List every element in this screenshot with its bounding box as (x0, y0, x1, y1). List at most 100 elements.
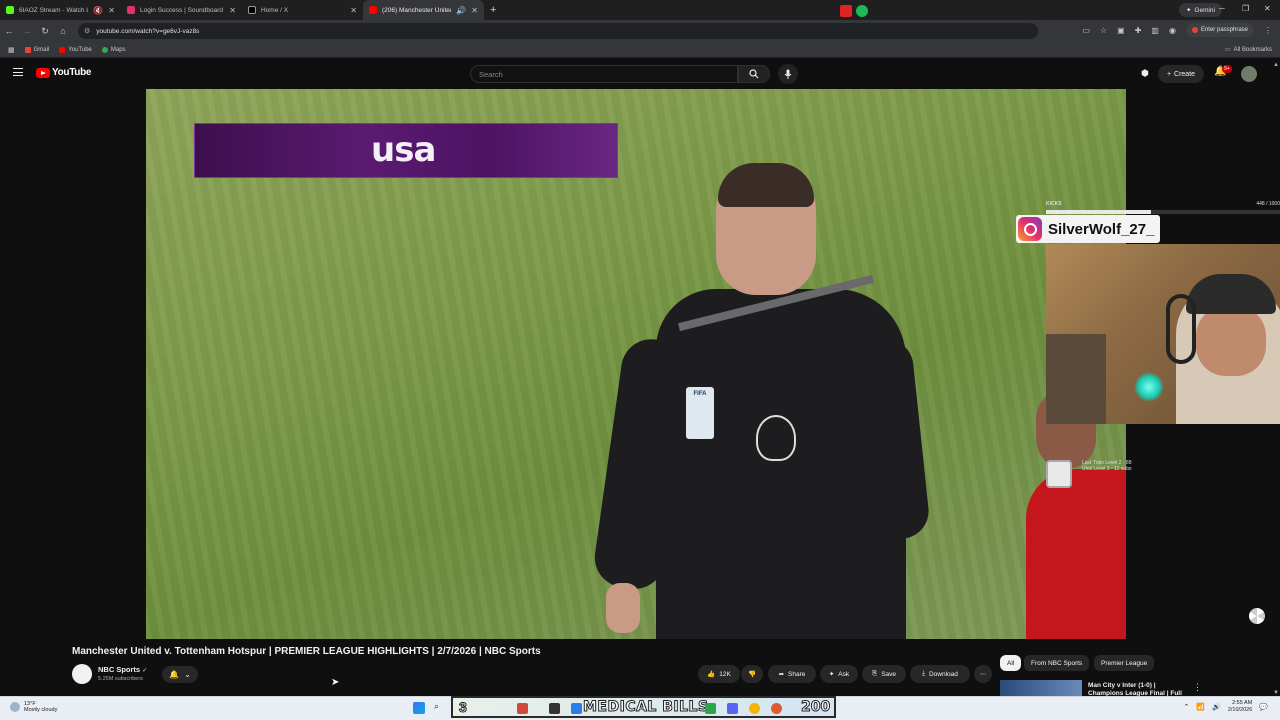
taskbar-app-icon[interactable] (549, 703, 560, 714)
new-tab-button[interactable]: + (490, 4, 496, 16)
taskbar-app-icon[interactable] (840, 5, 852, 17)
network-icon[interactable]: 📶 (1196, 703, 1205, 711)
hamburger-menu-icon[interactable] (13, 68, 23, 76)
taskbar-app-icon[interactable] (771, 703, 782, 714)
channel-name[interactable]: NBC Sports ✓ (98, 665, 147, 674)
passphrase-button[interactable]: Enter passphrase (1185, 23, 1254, 37)
like-button[interactable]: 👍 12K (698, 665, 740, 683)
maps-icon (101, 46, 108, 53)
channel-avatar[interactable] (72, 664, 92, 684)
profile-icon[interactable]: ◉ (1169, 26, 1176, 35)
thumbs-down-icon: 👎 (747, 671, 757, 678)
system-tray: ⌃ 📶 🔊 2:55 AM 2/10/2026 💬 (1184, 700, 1269, 714)
home-icon[interactable]: ⌂ (54, 26, 72, 36)
bookmark-label: Gmail (33, 46, 50, 53)
youtube-wordmark[interactable]: YouTube (52, 67, 92, 78)
tab-kick-stream[interactable]: 6IAOZ Stream - Watch Live 🔇 ✕ (0, 0, 121, 20)
train-icon (1046, 460, 1072, 488)
bookmark-gmail[interactable]: Gmail (24, 46, 50, 53)
toolbar-actions: ▭ ☆ ▣ ✚ ▥ ◉ Enter passphrase ⋮ (1082, 23, 1272, 37)
chip-from-nbc-sports[interactable]: From NBC Sports (1024, 655, 1090, 671)
passphrase-label: Enter passphrase (1200, 27, 1248, 33)
close-tab-icon[interactable]: ✕ (229, 6, 236, 15)
taskbar-search-icon[interactable]: ⌕ (434, 701, 446, 713)
more-vertical-icon[interactable]: ⋮ (1193, 682, 1202, 693)
browser-tab-strip: 6IAOZ Stream - Watch Live 🔇 ✕ Login Succ… (0, 0, 1280, 20)
site-info-icon[interactable]: ⚙ (84, 27, 90, 35)
medical-count-right: 200 (800, 699, 831, 716)
address-bar[interactable]: ⚙ youtube.com/watch?v=ge6vJ-vaz8s (78, 23, 1038, 39)
channel-name-text: NBC Sports (98, 665, 141, 674)
video-player[interactable]: usa FIFA (146, 89, 1126, 639)
tab-youtube-video[interactable]: (206) Manchester United v. 🔊 ✕ (363, 0, 484, 20)
cast-icon[interactable]: ⬢ (1141, 68, 1149, 79)
close-tab-icon[interactable]: ✕ (471, 6, 478, 15)
forward-icon[interactable]: → (18, 26, 36, 36)
save-button[interactable]: ⎘ Save (862, 665, 906, 683)
recommended-video-title[interactable]: Man City v Inter (1-0) | Champions Leagu… (1088, 682, 1188, 696)
more-actions-button[interactable]: ⋯ (974, 665, 992, 683)
search-input[interactable]: Search (470, 65, 738, 83)
apps-grid-icon[interactable]: ▦ (8, 46, 15, 54)
minimize-icon[interactable]: ─ (1219, 4, 1225, 13)
soundboard-favicon-icon (127, 6, 135, 14)
reload-icon[interactable]: ↻ (36, 26, 54, 37)
user-avatar[interactable] (1241, 66, 1257, 82)
share-button[interactable]: ➦ Share (768, 665, 816, 683)
bookmark-star-icon[interactable]: ☆ (1100, 26, 1107, 35)
mute-icon[interactable]: 🔇 (93, 6, 103, 15)
dislike-button[interactable]: 👎 (741, 665, 763, 683)
taskbar-app-icon[interactable] (727, 703, 738, 714)
close-tab-icon[interactable]: ✕ (350, 6, 357, 15)
spotify-icon[interactable] (856, 5, 868, 17)
webcam-background-shelf (1046, 334, 1106, 424)
taskbar-clock[interactable]: 2:55 AM 2/10/2026 (1228, 700, 1252, 714)
extension-icon[interactable]: ▣ (1117, 26, 1125, 35)
back-icon[interactable]: ← (0, 26, 18, 36)
gemini-button[interactable]: ✦ Gemini (1178, 3, 1222, 17)
weather-widget[interactable]: 13°F Mostly cloudy (10, 701, 57, 713)
chip-label: From NBC Sports (1031, 659, 1083, 667)
usa-logo-text: usa (371, 130, 436, 170)
create-button[interactable]: + Create (1158, 65, 1204, 83)
close-tab-icon[interactable]: ✕ (108, 6, 115, 15)
thumbs-up-icon: 👍 (707, 671, 716, 678)
tray-chevron-up-icon[interactable]: ⌃ (1184, 703, 1190, 711)
bookmark-label: YouTube (68, 46, 92, 53)
bookmarks-bar: ▦ Gmail YouTube Maps ▭ All Bookmarks (0, 42, 1280, 58)
all-bookmarks[interactable]: ▭ All Bookmarks (1225, 46, 1272, 54)
scroll-up-arrow-icon[interactable]: ▲ (1273, 62, 1279, 68)
bookmark-maps[interactable]: Maps (101, 46, 126, 53)
notification-center-icon[interactable]: 💬 (1259, 703, 1268, 711)
chip-premier-league[interactable]: Premier League (1094, 655, 1155, 671)
youtube-favicon-icon (369, 6, 377, 14)
sidepanel-icon[interactable]: ▥ (1151, 26, 1159, 35)
bookmark-youtube[interactable]: YouTube (59, 46, 92, 53)
weather-desc: Mostly cloudy (24, 707, 58, 713)
restore-icon[interactable]: ❐ (1242, 4, 1249, 13)
clock-date: 2/10/2026 (1227, 707, 1253, 713)
puzzle-icon[interactable]: ✚ (1135, 26, 1142, 35)
voice-search-button[interactable] (778, 64, 798, 84)
taskbar-app-icon[interactable] (705, 703, 716, 714)
ask-button[interactable]: ✦ Ask (820, 665, 858, 683)
tab-x-home[interactable]: Home / X ✕ (242, 0, 363, 20)
taskbar-app-icon[interactable] (517, 703, 528, 714)
subscription-bell-button[interactable]: 🔔 ⌄ (162, 666, 198, 683)
gmail-icon (24, 46, 31, 53)
menu-kebab-icon[interactable]: ⋮ (1264, 26, 1272, 35)
search-button[interactable] (738, 65, 770, 83)
chip-all[interactable]: All (1000, 655, 1022, 671)
close-window-icon[interactable]: ✕ (1264, 4, 1271, 13)
taskbar-app-icon[interactable] (571, 703, 582, 714)
audio-icon[interactable]: 🔊 (456, 6, 466, 15)
kicks-label: KICKS (1046, 201, 1062, 207)
download-button[interactable]: ⤓ Download (910, 665, 970, 683)
windows-start-icon[interactable] (413, 702, 425, 714)
install-app-icon[interactable]: ▭ (1082, 26, 1090, 35)
kicks-progress-widget: KICKS 448 / 1000 (1046, 201, 1280, 215)
tab-soundboard[interactable]: Login Success | Soundboard Bot ✕ (121, 0, 242, 20)
chrome-icon[interactable] (749, 703, 760, 714)
youtube-logo-icon[interactable] (36, 68, 50, 78)
volume-icon[interactable]: 🔊 (1212, 703, 1221, 711)
